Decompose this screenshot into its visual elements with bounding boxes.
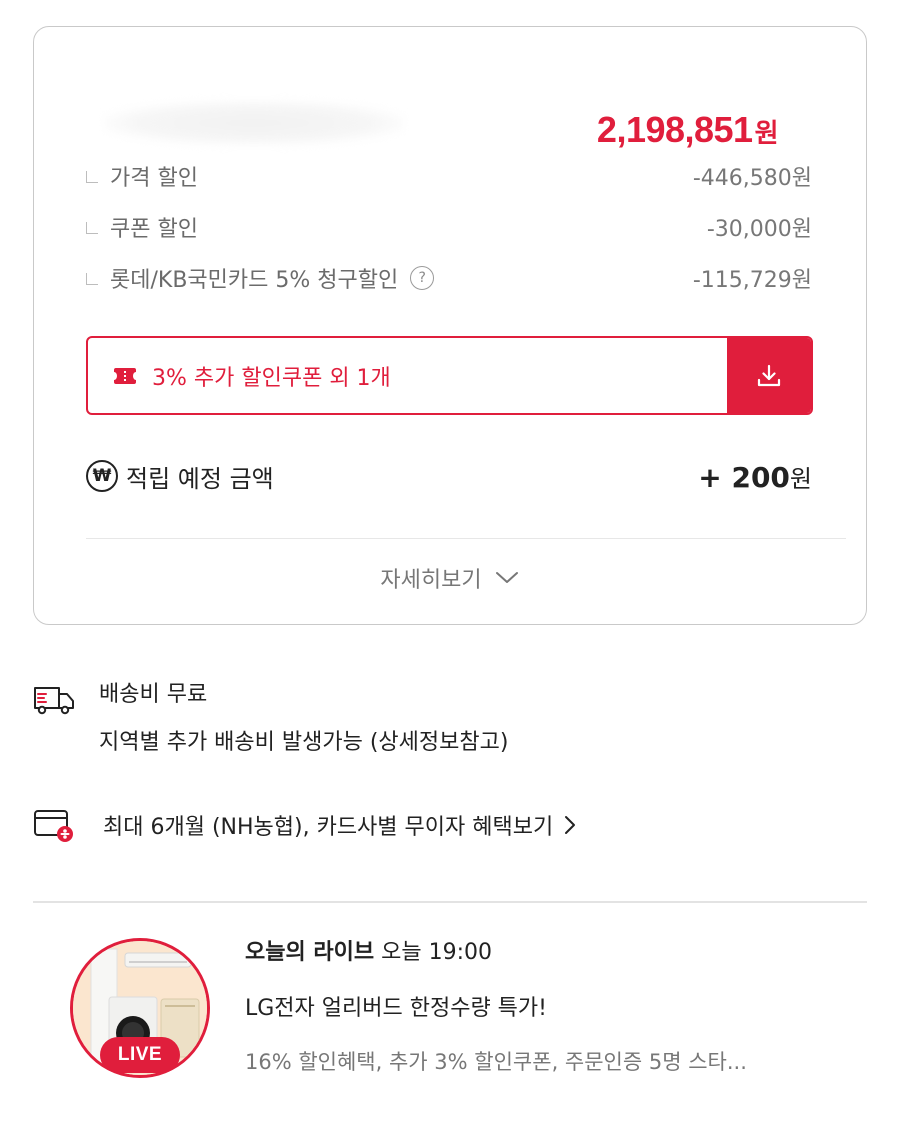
sub-item-marker bbox=[86, 171, 98, 183]
discount-row-card: 롯데/KB국민카드 5% 청구할인 ? -115,729원 bbox=[86, 261, 812, 295]
live-header: 오늘의 라이브 오늘 19:00 bbox=[245, 934, 825, 966]
discount-value: -115,729원 bbox=[692, 268, 812, 293]
live-label: 오늘의 라이브 bbox=[245, 940, 375, 965]
download-icon bbox=[757, 364, 781, 386]
live-description: 16% 할인혜택, 추가 3% 할인쿠폰, 주문인증 5명 스타... bbox=[245, 1050, 747, 1074]
sub-item-marker bbox=[86, 222, 98, 234]
price-card: 2,198,851원 bbox=[33, 26, 867, 625]
download-icon-area[interactable] bbox=[727, 338, 811, 413]
sub-item-marker bbox=[86, 273, 98, 285]
installment-benefit-link[interactable]: 최대 6개월 (NH농협), 카드사별 무이자 혜택보기 bbox=[33, 808, 577, 842]
discount-value: -30,000원 bbox=[706, 217, 812, 242]
total-price: 2,198,851원 bbox=[596, 109, 779, 151]
reward-amount: + 200 bbox=[698, 460, 790, 494]
discount-label: 쿠폰 할인 bbox=[110, 217, 198, 242]
discount-label: 가격 할인 bbox=[110, 166, 198, 191]
delivery-truck-icon bbox=[34, 687, 74, 715]
discount-row-price: 가격 할인 -446,580원 bbox=[86, 159, 812, 193]
reward-unit: 원 bbox=[789, 464, 812, 493]
blurred-product-name bbox=[104, 101, 404, 145]
installment-text[interactable]: 최대 6개월 (NH농협), 카드사별 무이자 혜택보기 bbox=[103, 809, 553, 841]
section-divider bbox=[33, 901, 867, 903]
ticket-icon bbox=[111, 367, 139, 384]
divider bbox=[86, 538, 846, 539]
discount-value: -446,580원 bbox=[692, 166, 812, 191]
total-price-unit: 원 bbox=[754, 118, 779, 148]
coupon-download-button[interactable]: 3% 추가 할인쿠폰 외 1개 bbox=[86, 336, 813, 415]
shipping-title: 배송비 무료 bbox=[99, 682, 208, 707]
reward-value: + 200원 bbox=[698, 459, 812, 494]
coupon-info[interactable]: 3% 추가 할인쿠폰 외 1개 bbox=[88, 338, 727, 413]
live-thumbnail[interactable]: LIVE bbox=[70, 938, 210, 1078]
reward-row: ₩ 적립 예정 금액 + 200원 bbox=[86, 452, 812, 500]
live-title[interactable]: LG전자 얼리버드 한정수량 특가! bbox=[245, 990, 825, 1022]
question-circle-icon[interactable]: ? bbox=[410, 266, 435, 290]
coupon-label: 3% 추가 할인쿠폰 외 1개 bbox=[152, 365, 391, 391]
live-badge: LIVE bbox=[100, 1037, 180, 1073]
total-price-value: 2,198,851 bbox=[596, 109, 753, 150]
detail-link-label[interactable]: 자세히보기 bbox=[380, 562, 481, 594]
won-circle-icon: ₩ bbox=[86, 460, 118, 492]
chevron-right-icon bbox=[565, 816, 576, 834]
shipping-description: 지역별 추가 배송비 발생가능 (상세정보참고) bbox=[99, 730, 509, 755]
chevron-down-icon bbox=[495, 572, 518, 583]
live-time: 오늘 19:00 bbox=[381, 940, 492, 965]
live-info[interactable]: 오늘의 라이브 오늘 19:00 LG전자 얼리버드 한정수량 특가! 16% … bbox=[245, 934, 825, 1076]
card-installment-icon bbox=[34, 810, 73, 842]
detail-toggle[interactable]: 자세히보기 bbox=[0, 562, 900, 594]
reward-label: 적립 예정 금액 bbox=[126, 464, 274, 493]
discount-row-coupon: 쿠폰 할인 -30,000원 bbox=[86, 210, 812, 244]
discount-label: 롯데/KB국민카드 5% 청구할인 bbox=[110, 268, 399, 293]
